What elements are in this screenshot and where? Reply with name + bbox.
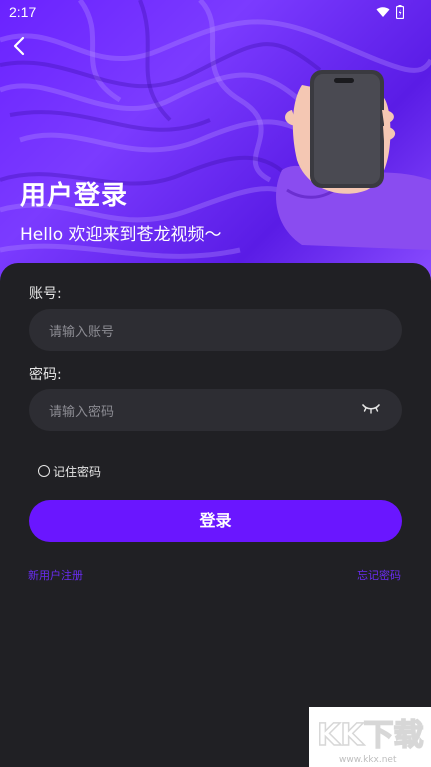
radio-icon[interactable] (38, 465, 50, 477)
watermark-logo: KK下载 www.kkx.net (316, 717, 424, 765)
page-subtitle: Hello 欢迎来到苍龙视频～ (20, 225, 222, 245)
register-link[interactable]: 新用户注册 (28, 567, 83, 583)
svg-text:www.kkx.net: www.kkx.net (339, 755, 397, 765)
account-input[interactable]: 请输入账号 (29, 309, 402, 351)
battery-icon (396, 5, 404, 19)
phone-in-hand-illustration (276, 70, 431, 250)
wifi-icon (376, 7, 390, 17)
password-label: 密码: (29, 367, 62, 383)
account-placeholder: 请输入账号 (49, 325, 115, 340)
back-arrow-icon[interactable] (8, 34, 32, 58)
svg-text:KK下载: KK下载 (317, 718, 424, 753)
status-bar: 2:17 (0, 0, 431, 26)
page-title: 用户登录 (20, 181, 129, 211)
status-time: 2:17 (9, 4, 37, 20)
watermark: KK下载 www.kkx.net (309, 707, 431, 767)
login-button[interactable]: 登录 (29, 500, 402, 542)
password-input[interactable]: 请输入密码 (29, 389, 402, 431)
hero-banner: 2:17 用户登录 Hello 欢迎来到苍龙视频～ (0, 0, 431, 285)
account-label: 账号: (29, 286, 62, 302)
remember-password-label: 记住密码 (53, 465, 102, 479)
eye-closed-icon[interactable] (362, 403, 380, 415)
forgot-password-link[interactable]: 忘记密码 (357, 567, 401, 583)
password-placeholder: 请输入密码 (49, 405, 115, 420)
